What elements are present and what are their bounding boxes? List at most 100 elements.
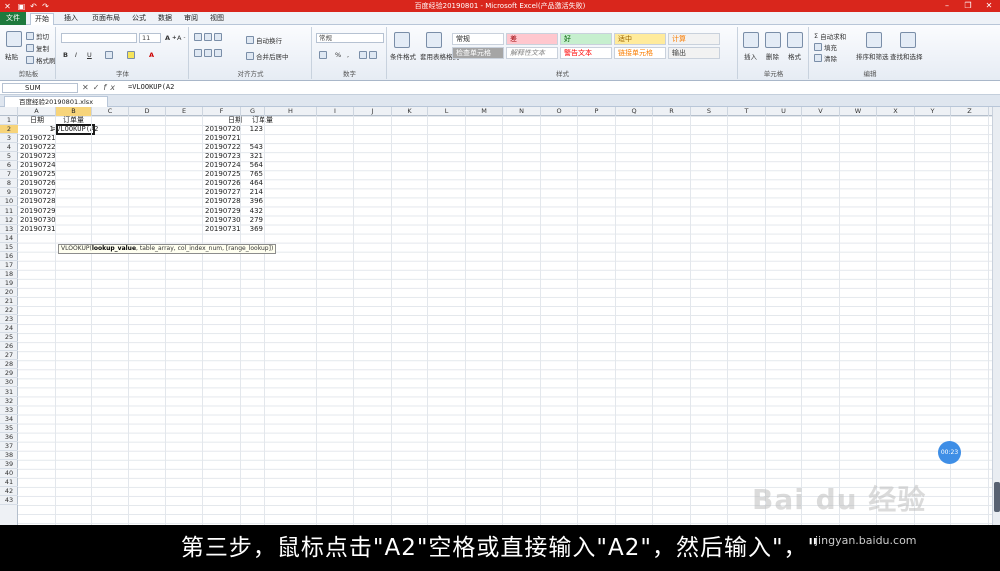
row-header-25[interactable]: 25: [0, 333, 18, 343]
restore-button[interactable]: ❐: [958, 0, 978, 11]
tab-home[interactable]: 开始: [30, 13, 54, 25]
cell-F3[interactable]: 20190721: [205, 134, 241, 143]
cell-A13[interactable]: 20190731: [20, 225, 56, 234]
column-header-r[interactable]: R: [653, 107, 691, 116]
percent-button[interactable]: %: [335, 51, 341, 59]
column-header-x[interactable]: X: [877, 107, 915, 116]
insert-cells-button[interactable]: 插入: [744, 51, 757, 61]
row-header-17[interactable]: 17: [0, 261, 18, 270]
column-header-z[interactable]: Z: [951, 107, 989, 116]
font-name-select[interactable]: [61, 33, 137, 43]
align-left-button[interactable]: [194, 49, 222, 57]
row-header-8[interactable]: 8: [0, 179, 18, 189]
cell-F7[interactable]: 20190725: [205, 170, 241, 179]
row-header-21[interactable]: 21: [0, 297, 18, 306]
style-neutral[interactable]: 适中: [614, 33, 666, 45]
cut-button[interactable]: 剪切: [26, 31, 49, 41]
column-header-k[interactable]: K: [392, 107, 428, 116]
number-format-select[interactable]: 常规: [316, 33, 384, 43]
row-header-20[interactable]: 20: [0, 288, 18, 297]
shrink-font-button[interactable]: A-: [177, 34, 185, 42]
row-header-31[interactable]: 31: [0, 388, 18, 397]
cell-G7[interactable]: 765: [241, 170, 263, 179]
row-header-42[interactable]: 42: [0, 487, 18, 497]
cell-G5[interactable]: 321: [241, 152, 263, 161]
italic-button[interactable]: I: [75, 51, 77, 59]
column-header-p[interactable]: P: [578, 107, 616, 116]
row-header-6[interactable]: 6: [0, 161, 18, 171]
style-bad[interactable]: 差: [506, 33, 558, 45]
paste-icon[interactable]: [6, 31, 22, 47]
cancel-icon[interactable]: ✕: [82, 83, 93, 92]
binoculars-icon[interactable]: [900, 32, 916, 48]
cell-F6[interactable]: 20190724: [205, 161, 241, 170]
close-button[interactable]: ✕: [979, 0, 999, 11]
tab-file[interactable]: 文件: [0, 12, 26, 25]
cell-F5[interactable]: 20190723: [205, 152, 241, 161]
row-header-28[interactable]: 28: [0, 360, 18, 370]
row-header-12[interactable]: 12: [0, 216, 18, 225]
cell-F11[interactable]: 20190729: [205, 207, 241, 216]
delete-cells-button[interactable]: 删除: [766, 51, 779, 61]
column-header-v[interactable]: V: [802, 107, 840, 116]
row-header-43[interactable]: 43: [0, 496, 18, 506]
fx-icon[interactable]: fx: [103, 83, 119, 92]
row-header-36[interactable]: 36: [0, 433, 18, 442]
column-header-d[interactable]: D: [129, 107, 166, 116]
row-header-18[interactable]: 18: [0, 270, 18, 279]
row-header-32[interactable]: 32: [0, 397, 18, 406]
row-header-39[interactable]: 39: [0, 460, 18, 469]
cell-A11[interactable]: 20190729: [20, 207, 56, 216]
table-format-icon[interactable]: [426, 32, 442, 48]
row-header-22[interactable]: 22: [0, 306, 18, 316]
conditional-format-button[interactable]: 条件格式: [390, 51, 416, 61]
comma-button[interactable]: ,: [347, 51, 349, 59]
column-header-o[interactable]: O: [541, 107, 578, 116]
tab-insert[interactable]: 插入: [60, 13, 82, 25]
sort-filter-button[interactable]: 排序和筛选: [856, 51, 889, 61]
delete-cells-icon[interactable]: [765, 32, 781, 48]
cell-G8[interactable]: 464: [241, 179, 263, 188]
cell-F8[interactable]: 20190726: [205, 179, 241, 188]
cell-F2[interactable]: 20190720: [205, 125, 241, 134]
formula-buttons[interactable]: ✕✓fx: [82, 83, 119, 92]
cell-A8[interactable]: 20190726: [20, 179, 56, 188]
column-header-y[interactable]: Y: [915, 107, 951, 116]
cell-F10[interactable]: 20190728: [205, 197, 241, 206]
clear-button[interactable]: 清除: [814, 53, 837, 63]
currency-button[interactable]: [319, 51, 327, 59]
cell-G6[interactable]: 564: [241, 161, 263, 170]
row-header-23[interactable]: 23: [0, 315, 18, 325]
cell-area[interactable]: 日期 订单量 日期 订单量 =VLOOKUP(A2 1 20190721 20190…: [18, 116, 992, 525]
row-header-3[interactable]: 3: [0, 134, 18, 144]
cell-A12[interactable]: 20190730: [20, 216, 56, 225]
scrollbar-thumb[interactable]: [994, 482, 1000, 512]
style-linked-cell[interactable]: 链接单元格: [614, 47, 666, 59]
insert-cells-icon[interactable]: [743, 32, 759, 48]
row-header-26[interactable]: 26: [0, 342, 18, 352]
cell-G4[interactable]: 543: [241, 143, 263, 152]
conditional-format-icon[interactable]: [394, 32, 410, 48]
cell-G13[interactable]: 369: [241, 225, 263, 234]
row-header-15[interactable]: 15: [0, 243, 18, 252]
cell-A4[interactable]: 20190722: [20, 143, 56, 152]
underline-button[interactable]: U: [87, 51, 92, 59]
cell-A1[interactable]: 日期: [30, 116, 44, 125]
format-cells-button[interactable]: 格式: [788, 51, 801, 61]
style-good[interactable]: 好: [560, 33, 612, 45]
tab-view[interactable]: 视图: [206, 13, 228, 25]
vertical-scrollbar[interactable]: [992, 107, 1000, 525]
row-header-38[interactable]: 38: [0, 451, 18, 460]
fill-button[interactable]: 填充: [814, 42, 837, 52]
row-header-16[interactable]: 16: [0, 252, 18, 261]
row-header-29[interactable]: 29: [0, 369, 18, 379]
style-calculation[interactable]: 计算: [668, 33, 720, 45]
column-header-b[interactable]: B: [56, 107, 92, 116]
font-size-select[interactable]: 11: [139, 33, 161, 43]
cell-F4[interactable]: 20190722: [205, 143, 241, 152]
column-header-n[interactable]: N: [503, 107, 541, 116]
copy-button[interactable]: 复制: [26, 43, 49, 53]
row-header-7[interactable]: 7: [0, 170, 18, 180]
font-color-button[interactable]: A: [149, 51, 154, 59]
decimal-buttons[interactable]: [359, 51, 377, 59]
